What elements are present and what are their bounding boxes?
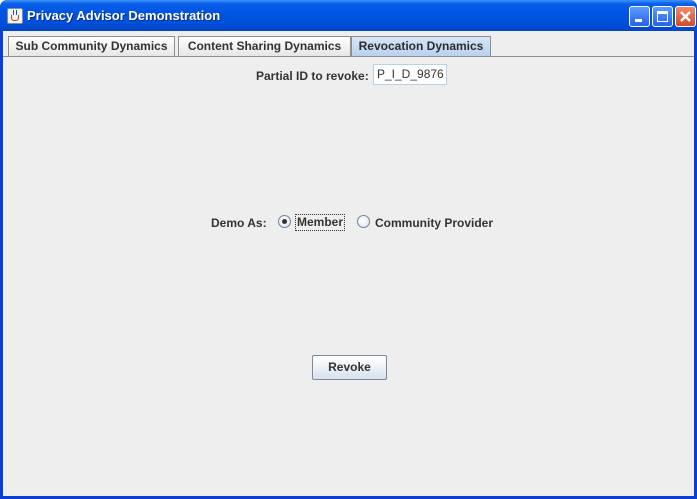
- minimize-button[interactable]: [629, 6, 650, 27]
- community-provider-radio-label[interactable]: Community Provider: [375, 216, 493, 230]
- window-content: Sub Community Dynamics Content Sharing D…: [3, 31, 694, 496]
- window-title: Privacy Advisor Demonstration: [27, 8, 221, 23]
- revoke-button[interactable]: Revoke: [312, 355, 387, 380]
- partial-id-field[interactable]: P_I_D_9876: [373, 64, 447, 85]
- tab-revocation-dynamics[interactable]: Revocation Dynamics: [351, 36, 491, 56]
- tab-content-sharing-dynamics[interactable]: Content Sharing Dynamics: [178, 36, 351, 56]
- java-cup-icon[interactable]: [7, 8, 23, 24]
- partial-id-label: Partial ID to revoke:: [256, 69, 369, 83]
- tab-sub-community-dynamics[interactable]: Sub Community Dynamics: [8, 36, 175, 56]
- member-radio[interactable]: [278, 215, 291, 228]
- app-window: Privacy Advisor Demonstration Sub Commun…: [0, 0, 697, 499]
- revocation-panel: Partial ID to revoke: P_I_D_9876 Demo As…: [3, 56, 694, 496]
- maximize-icon: [657, 11, 668, 22]
- close-icon: [680, 11, 691, 22]
- community-provider-radio[interactable]: [357, 215, 370, 228]
- radio-selected-dot: [282, 219, 287, 224]
- close-button[interactable]: [675, 6, 696, 27]
- minimize-icon: [635, 19, 642, 22]
- maximize-button[interactable]: [652, 6, 673, 27]
- demo-as-label: Demo As:: [211, 216, 267, 230]
- member-radio-label[interactable]: Member: [295, 214, 346, 231]
- title-bar[interactable]: Privacy Advisor Demonstration: [0, 0, 697, 31]
